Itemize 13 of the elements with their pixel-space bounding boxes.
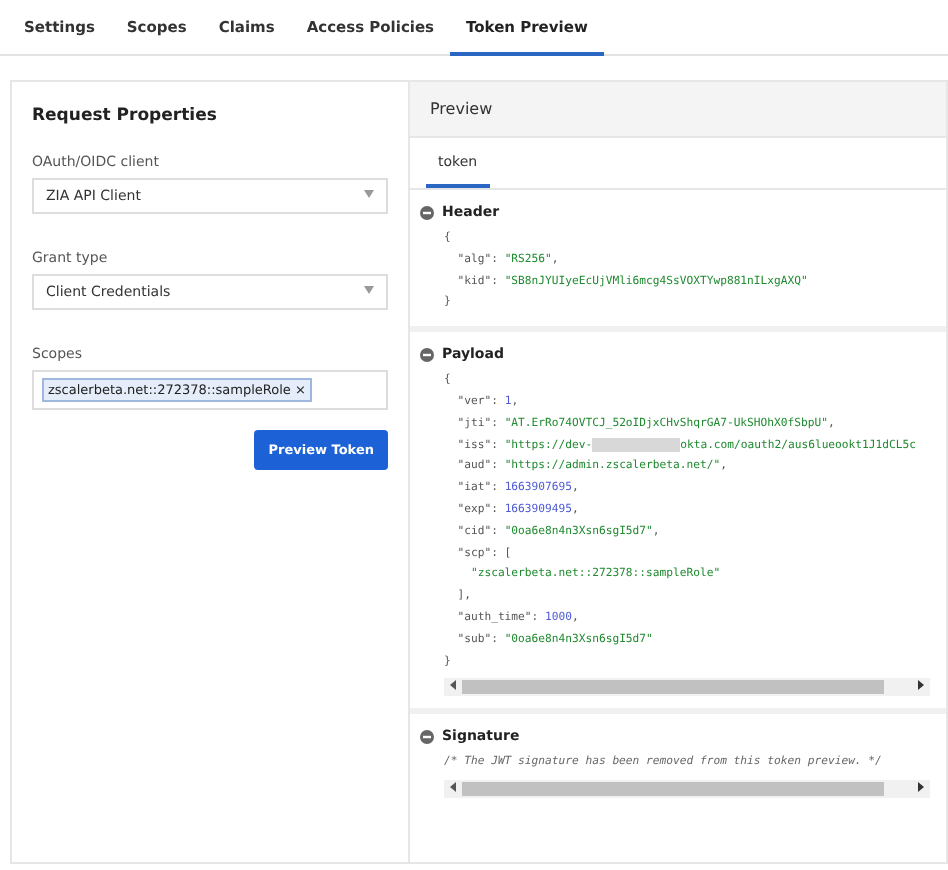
left-arrow-icon[interactable] (450, 680, 456, 691)
right-arrow-icon[interactable] (918, 782, 924, 793)
caret-icon (364, 190, 374, 198)
collapse-icon[interactable] (420, 205, 434, 219)
panel-header: Preview (410, 82, 946, 138)
left-arrow-icon[interactable] (450, 782, 456, 793)
panel-title: Request Properties (32, 106, 219, 126)
right-arrow-icon[interactable] (918, 680, 924, 691)
scrollbar[interactable] (444, 678, 930, 697)
collapse-icon[interactable] (420, 729, 434, 744)
scrollbar[interactable] (444, 780, 930, 799)
collapse-icon[interactable] (420, 347, 434, 362)
caret-icon (364, 286, 374, 294)
